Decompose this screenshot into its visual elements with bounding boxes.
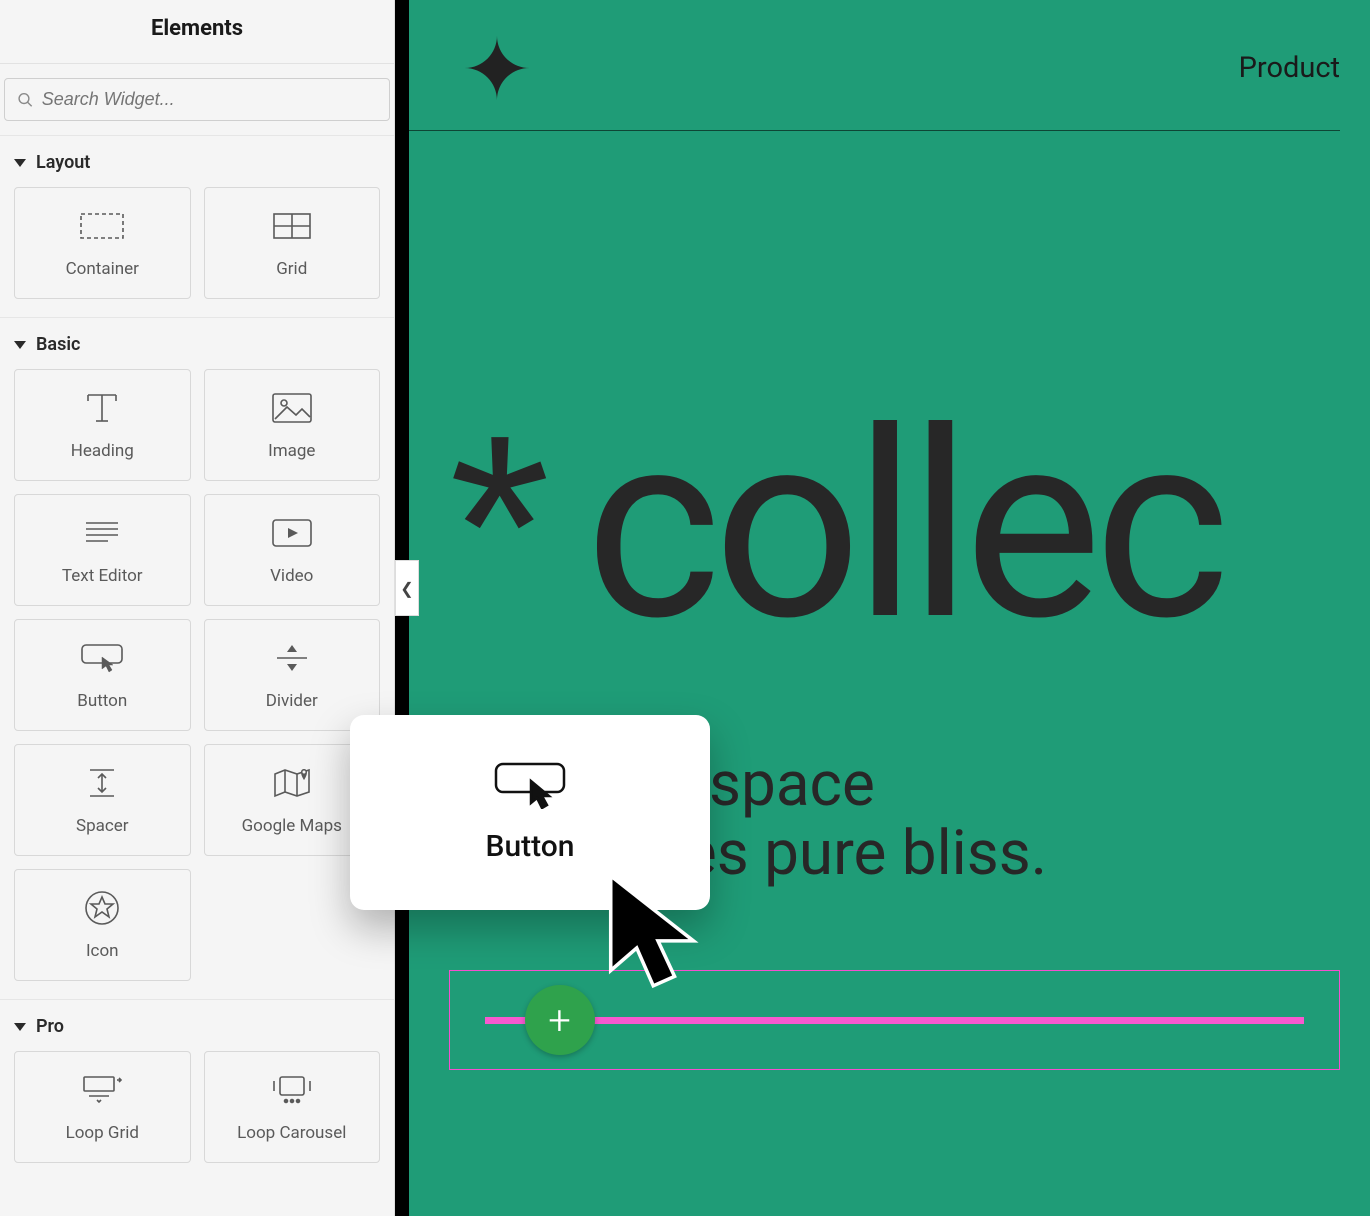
drop-zone[interactable]: + (449, 970, 1340, 1070)
collapse-sidebar-button[interactable]: ❮ (395, 560, 419, 616)
loop-carousel-icon (270, 1071, 314, 1109)
canvas-header: Product (409, 0, 1340, 131)
editor-canvas[interactable]: Product * collec space bes pure bliss. + (409, 0, 1370, 1216)
spacer-icon (86, 764, 118, 802)
grid-icon (273, 207, 311, 245)
section-label: Basic (36, 334, 80, 355)
panel-title: Elements (0, 0, 394, 64)
section-label: Pro (36, 1016, 64, 1037)
heading-icon (82, 389, 122, 427)
hero-heading: * collec (449, 410, 1222, 644)
logo-icon (461, 32, 533, 104)
loop-grid-icon (81, 1071, 123, 1109)
elements-panel: Elements Layout Container Grid Basic (0, 0, 395, 1216)
image-icon (272, 389, 312, 427)
hero-title-text: collec (585, 410, 1222, 644)
caret-down-icon (14, 159, 26, 167)
widget-heading[interactable]: Heading (14, 369, 191, 481)
google-maps-icon (273, 764, 311, 802)
button-icon (493, 761, 567, 809)
section-header-pro[interactable]: Pro (0, 999, 394, 1051)
widget-divider[interactable]: Divider (204, 619, 381, 731)
cursor-icon (598, 870, 718, 1004)
widget-grid[interactable]: Grid (204, 187, 381, 299)
search-input[interactable] (42, 89, 377, 110)
plus-icon: + (548, 997, 571, 1044)
widget-container[interactable]: Container (14, 187, 191, 299)
widget-spacer[interactable]: Spacer (14, 744, 191, 856)
widget-image[interactable]: Image (204, 369, 381, 481)
star-icon (84, 889, 120, 927)
widget-icon[interactable]: Icon (14, 869, 191, 981)
section-header-layout[interactable]: Layout (0, 135, 394, 187)
widget-text-editor[interactable]: Text Editor (14, 494, 191, 606)
text-editor-icon (84, 514, 120, 552)
widget-loop-carousel[interactable]: Loop Carousel (204, 1051, 381, 1163)
widget-video[interactable]: Video (204, 494, 381, 606)
nav-link-product[interactable]: Product (1239, 51, 1340, 85)
chevron-left-icon: ❮ (400, 579, 413, 598)
caret-down-icon (14, 1023, 26, 1031)
search-icon (17, 91, 34, 109)
search-input-wrap[interactable] (4, 78, 390, 121)
video-icon (272, 514, 312, 552)
caret-down-icon (14, 341, 26, 349)
divider-icon (275, 639, 309, 677)
container-icon (80, 207, 124, 245)
section-label: Layout (36, 152, 90, 173)
drag-preview-label: Button (486, 829, 575, 864)
widget-loop-grid[interactable]: Loop Grid (14, 1051, 191, 1163)
button-icon (80, 639, 124, 677)
drop-indicator-line (485, 1017, 1304, 1024)
asterisk-icon: * (449, 462, 550, 592)
section-header-basic[interactable]: Basic (0, 317, 394, 369)
add-element-button[interactable]: + (525, 985, 595, 1055)
widget-button[interactable]: Button (14, 619, 191, 731)
